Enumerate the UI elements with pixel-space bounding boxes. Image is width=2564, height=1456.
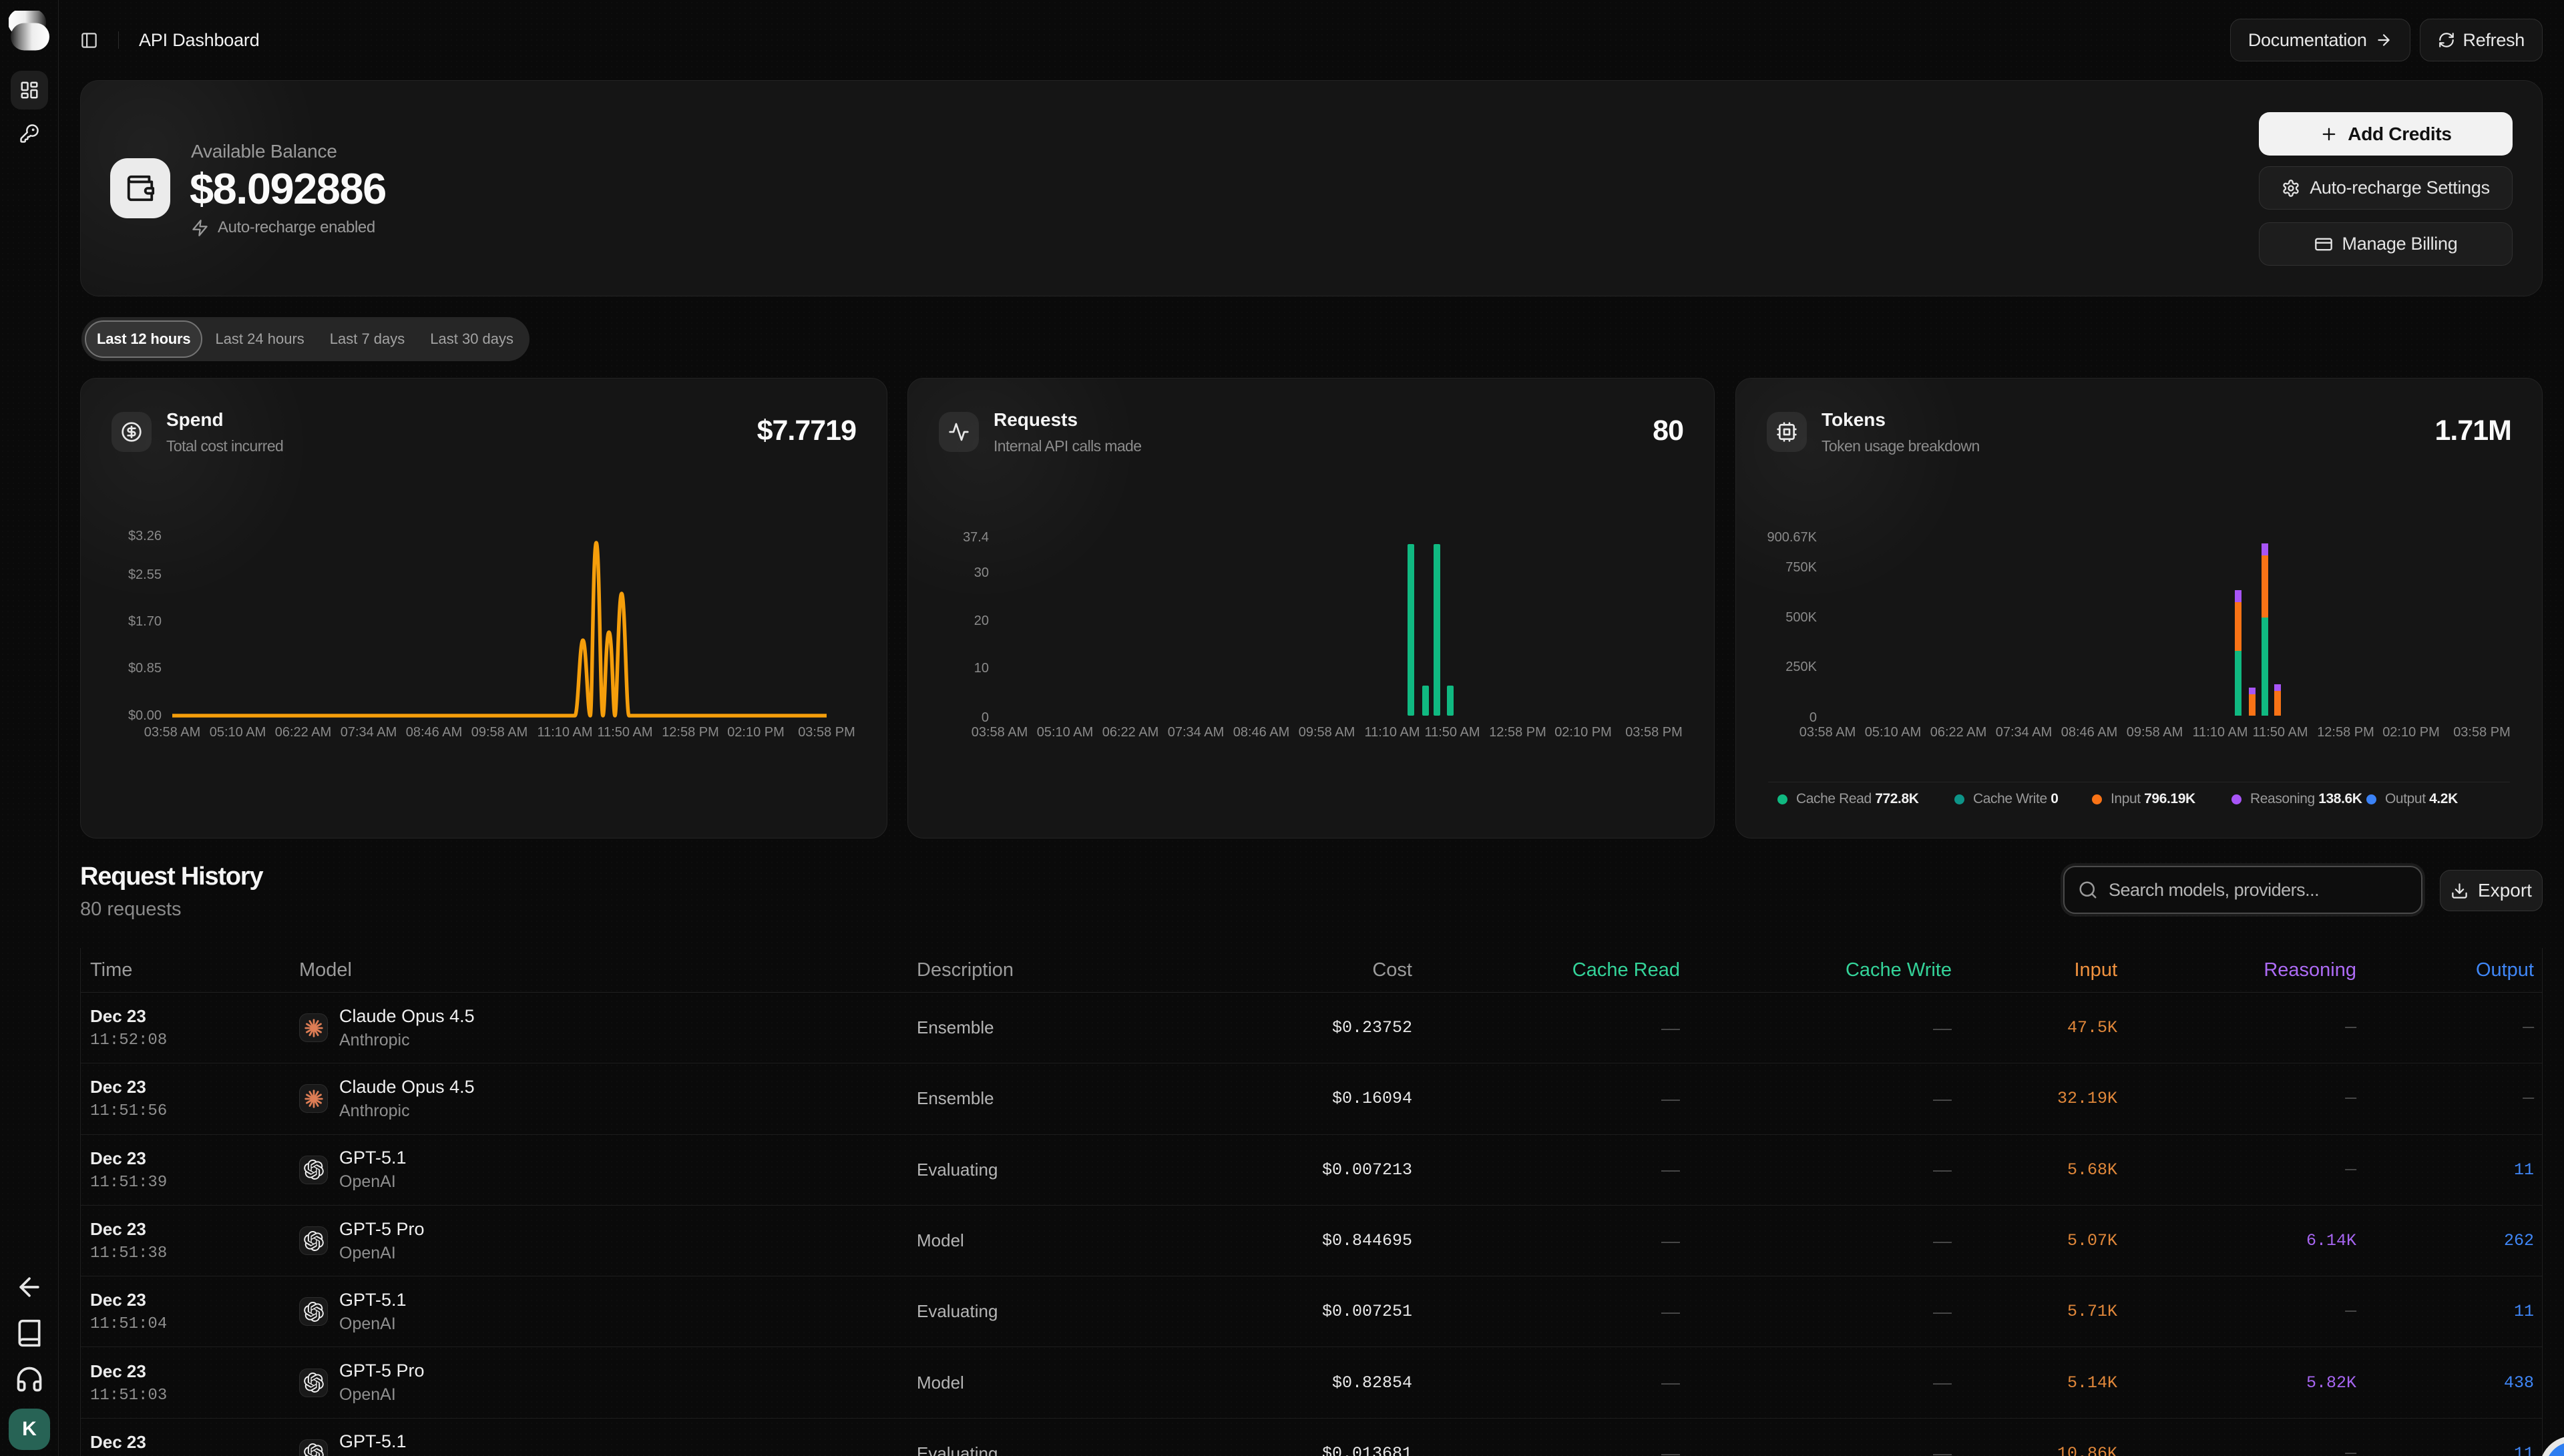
svg-text:03:58 AM: 03:58 AM [144, 725, 201, 740]
svg-text:750K: 750K [1785, 560, 1817, 575]
svg-text:11:10 AM: 11:10 AM [2192, 725, 2248, 740]
svg-text:12:58 PM: 12:58 PM [2317, 725, 2374, 740]
svg-text:$1.70: $1.70 [128, 614, 162, 629]
svg-text:0: 0 [1809, 710, 1817, 725]
svg-text:06:22 AM: 06:22 AM [1930, 725, 1987, 740]
svg-text:06:22 AM: 06:22 AM [1102, 725, 1159, 740]
svg-text:03:58 AM: 03:58 AM [972, 725, 1028, 740]
svg-text:09:58 AM: 09:58 AM [2127, 725, 2183, 740]
svg-text:05:10 AM: 05:10 AM [210, 725, 266, 740]
svg-text:02:10 PM: 02:10 PM [2382, 725, 2440, 740]
svg-text:$2.55: $2.55 [128, 567, 162, 582]
svg-text:09:58 AM: 09:58 AM [471, 725, 528, 740]
svg-text:$0.00: $0.00 [128, 708, 162, 723]
svg-text:11:10 AM: 11:10 AM [537, 725, 592, 740]
svg-text:30: 30 [974, 565, 989, 580]
svg-text:02:10 PM: 02:10 PM [727, 725, 785, 740]
svg-text:12:58 PM: 12:58 PM [662, 725, 719, 740]
svg-text:900.67K: 900.67K [1767, 530, 1817, 545]
svg-text:11:50 AM: 11:50 AM [1424, 725, 1480, 740]
svg-text:03:58 PM: 03:58 PM [2453, 725, 2511, 740]
svg-text:11:50 AM: 11:50 AM [597, 725, 652, 740]
svg-text:08:46 AM: 08:46 AM [2061, 725, 2118, 740]
svg-text:08:46 AM: 08:46 AM [406, 725, 463, 740]
svg-text:05:10 AM: 05:10 AM [1865, 725, 1922, 740]
svg-text:12:58 PM: 12:58 PM [1489, 725, 1546, 740]
svg-text:03:58 PM: 03:58 PM [1625, 725, 1683, 740]
svg-text:07:34 AM: 07:34 AM [341, 725, 397, 740]
svg-text:11:10 AM: 11:10 AM [1364, 725, 1420, 740]
svg-text:07:34 AM: 07:34 AM [1996, 725, 2053, 740]
svg-text:09:58 AM: 09:58 AM [1299, 725, 1355, 740]
svg-text:0: 0 [982, 710, 989, 725]
svg-text:20: 20 [974, 614, 989, 628]
svg-text:07:34 AM: 07:34 AM [1168, 725, 1225, 740]
svg-text:02:10 PM: 02:10 PM [1554, 725, 1612, 740]
svg-text:250K: 250K [1785, 660, 1817, 674]
svg-text:11:50 AM: 11:50 AM [2252, 725, 2308, 740]
svg-text:37.4: 37.4 [963, 530, 989, 545]
svg-text:$3.26: $3.26 [128, 529, 162, 543]
svg-text:$0.85: $0.85 [128, 661, 162, 676]
svg-text:500K: 500K [1785, 610, 1817, 625]
svg-text:08:46 AM: 08:46 AM [1233, 725, 1290, 740]
svg-text:05:10 AM: 05:10 AM [1037, 725, 1094, 740]
svg-text:10: 10 [974, 661, 989, 676]
svg-text:03:58 PM: 03:58 PM [798, 725, 855, 740]
svg-text:06:22 AM: 06:22 AM [275, 725, 332, 740]
svg-text:03:58 AM: 03:58 AM [1799, 725, 1856, 740]
